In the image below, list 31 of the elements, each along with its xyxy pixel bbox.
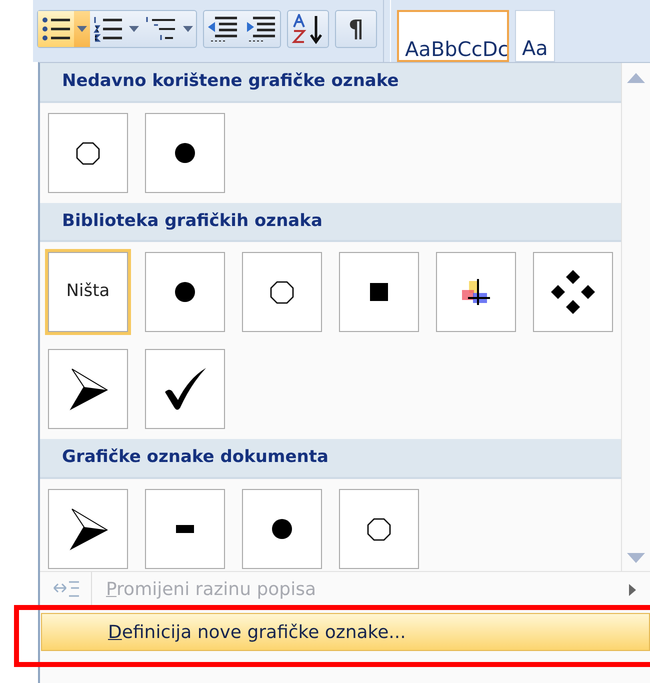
section-header: Grafičke oznake dokumenta [40, 439, 621, 478]
bullet-option[interactable] [145, 252, 225, 332]
style-preview[interactable]: Aa [515, 10, 555, 62]
menu-item[interactable]: Definicija nove grafičke oznake... [41, 613, 650, 651]
caret-icon [129, 26, 139, 32]
caret-icon [183, 26, 193, 32]
caret-icon [77, 26, 87, 32]
dropdown-caret-button[interactable] [74, 11, 90, 47]
color-cross-icon [461, 279, 491, 305]
bullet-option[interactable] [48, 488, 128, 568]
diamonds-icon [549, 268, 597, 316]
dash-icon [176, 524, 194, 532]
bullet-option[interactable] [145, 488, 225, 568]
bullet-option[interactable] [533, 252, 613, 332]
bullet-option[interactable] [339, 252, 419, 332]
none-bullet-option[interactable]: Ništa [48, 252, 128, 332]
section-header: Nedavno korištene grafičke oznake [40, 63, 621, 102]
arrow-icon [68, 506, 108, 550]
arrow-icon [68, 367, 108, 411]
bullet-option[interactable] [242, 488, 322, 568]
bullets-button[interactable] [38, 11, 74, 47]
section-header: Biblioteka grafičkih oznaka [40, 202, 621, 242]
paragraph-marks-button[interactable]: ¶ [336, 11, 376, 47]
dot-icon [271, 518, 293, 540]
bullet-option[interactable] [48, 349, 128, 429]
dot-icon [174, 142, 196, 164]
square-icon [370, 283, 388, 301]
bullet-option[interactable] [145, 349, 225, 429]
dot-icon [174, 281, 196, 303]
bullet-option[interactable] [145, 112, 225, 192]
checkmark-icon [163, 366, 207, 412]
